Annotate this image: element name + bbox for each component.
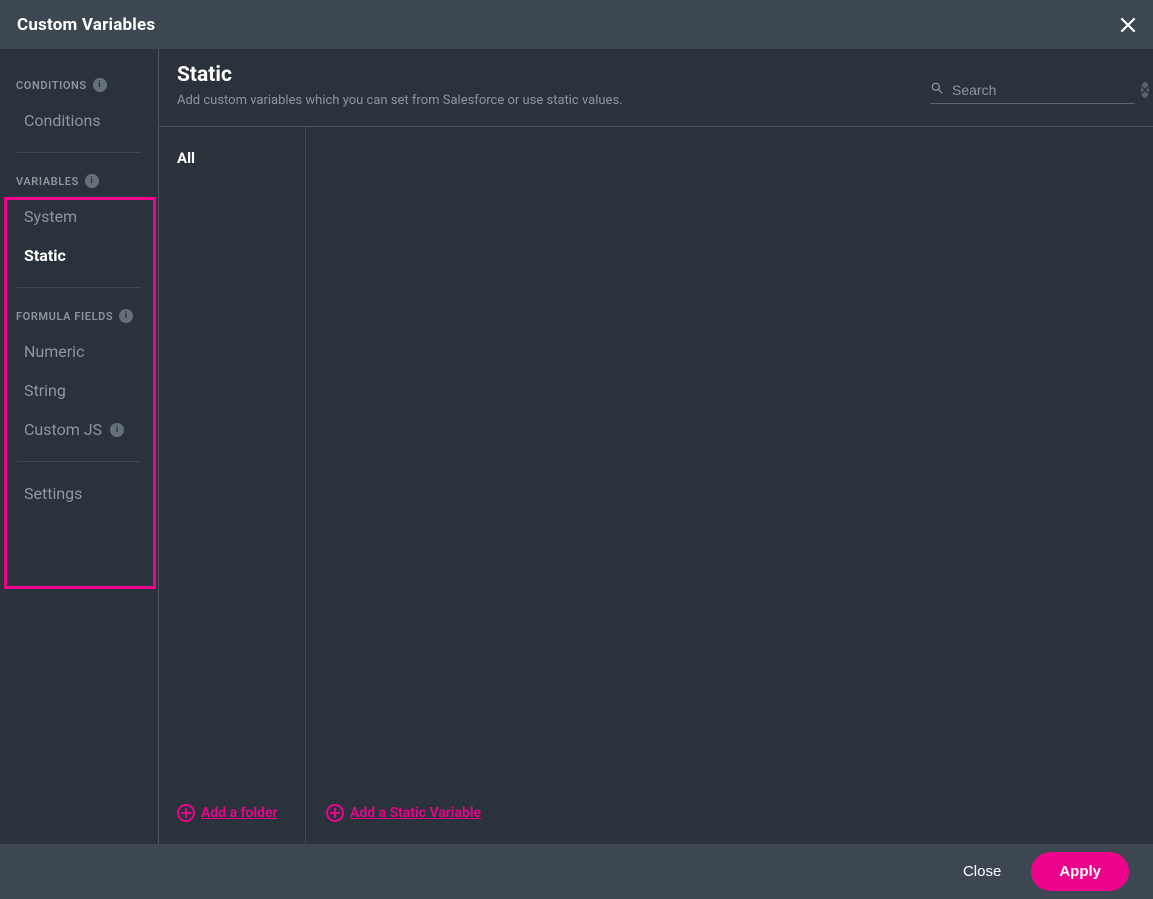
add-static-variable-link[interactable]: Add a Static Variable: [306, 794, 1153, 832]
custom-variables-modal: Custom Variables CONDITIONS i Conditions…: [0, 0, 1153, 899]
info-icon[interactable]: i: [85, 174, 99, 188]
variables-empty-space: [306, 141, 1153, 794]
sidebar-item-label: Custom JS: [24, 420, 102, 439]
divider: [17, 152, 141, 153]
sidebar-section-formula-fields: FORMULA FIELDS i: [0, 300, 158, 332]
close-icon[interactable]: [1117, 14, 1139, 36]
sidebar-item-label: System: [24, 207, 77, 226]
folders-column: All Add a folder: [159, 127, 306, 844]
add-folder-link[interactable]: Add a folder: [159, 794, 305, 832]
sidebar-section-variables: VARIABLES i: [0, 165, 158, 197]
titlebar: Custom Variables: [0, 0, 1153, 49]
info-icon[interactable]: i: [93, 78, 107, 92]
sidebar-item-custom-js[interactable]: Custom JS i: [0, 410, 158, 449]
sidebar-item-label: Numeric: [24, 342, 84, 361]
sidebar-item-conditions[interactable]: Conditions: [0, 101, 158, 140]
page-subtitle: Add custom variables which you can set f…: [177, 93, 623, 108]
content-columns: All Add a folder: [159, 127, 1153, 844]
sidebar-section-label: FORMULA FIELDS: [16, 310, 113, 323]
modal-body: CONDITIONS i Conditions VARIABLES i Syst…: [0, 49, 1153, 844]
close-button[interactable]: Close: [963, 863, 1001, 880]
sidebar-section-label: CONDITIONS: [16, 79, 87, 92]
folders-empty-space: [159, 175, 305, 794]
sidebar-item-settings[interactable]: Settings: [0, 474, 158, 513]
apply-button[interactable]: Apply: [1031, 852, 1129, 891]
page-title: Static: [177, 63, 623, 87]
add-variable-label: Add a Static Variable: [350, 805, 481, 821]
sidebar-item-label: String: [24, 381, 66, 400]
sidebar: CONDITIONS i Conditions VARIABLES i Syst…: [0, 49, 159, 844]
search-input[interactable]: [952, 82, 1133, 98]
sidebar-item-system[interactable]: System: [0, 197, 158, 236]
sidebar-section-label: VARIABLES: [16, 175, 79, 188]
sidebar-item-label: Static: [24, 246, 66, 265]
footer: Close Apply: [0, 844, 1153, 899]
main-header: Static Add custom variables which you ca…: [159, 49, 1153, 127]
sidebar-item-numeric[interactable]: Numeric: [0, 332, 158, 371]
plus-circle-icon: [326, 804, 344, 822]
sidebar-item-static[interactable]: Static: [0, 236, 158, 275]
plus-circle-icon: [177, 804, 195, 822]
folder-label: All: [177, 149, 195, 167]
add-folder-label: Add a folder: [201, 805, 278, 821]
divider: [17, 287, 141, 288]
info-icon[interactable]: i: [110, 423, 124, 437]
main-panel: Static Add custom variables which you ca…: [159, 49, 1153, 844]
folder-item-all[interactable]: All: [159, 141, 305, 175]
info-icon[interactable]: i: [119, 309, 133, 323]
variables-column: Add a Static Variable: [306, 127, 1153, 844]
search-field[interactable]: [930, 78, 1135, 104]
divider: [17, 461, 141, 462]
sidebar-item-string[interactable]: String: [0, 371, 158, 410]
search-icon: [930, 80, 944, 99]
clear-search-icon[interactable]: [1141, 82, 1149, 98]
modal-title: Custom Variables: [17, 15, 155, 35]
sidebar-section-conditions: CONDITIONS i: [0, 69, 158, 101]
main-header-text: Static Add custom variables which you ca…: [177, 63, 623, 108]
sidebar-item-label: Settings: [24, 484, 82, 503]
sidebar-item-label: Conditions: [24, 111, 101, 130]
